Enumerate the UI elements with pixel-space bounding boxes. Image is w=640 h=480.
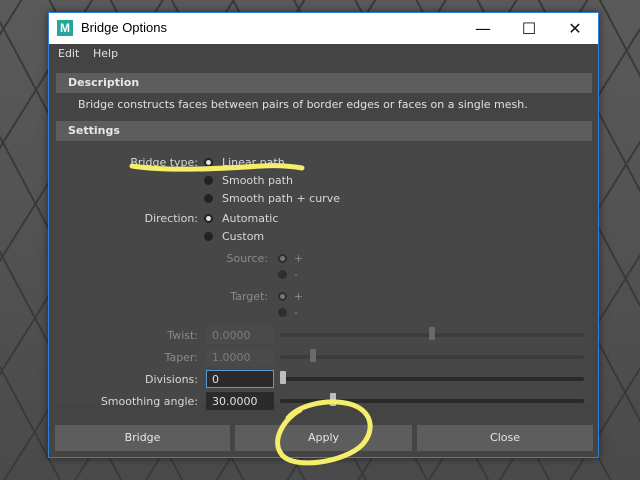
smoothing-angle-field[interactable]: 30.0000 bbox=[206, 392, 274, 410]
bridge-type-label: Bridge type: bbox=[130, 156, 198, 169]
twist-label: Twist: bbox=[167, 329, 198, 342]
smoothing-angle-slider-handle[interactable] bbox=[329, 393, 336, 406]
radio-target-plus[interactable] bbox=[278, 292, 287, 301]
twist-slider-handle[interactable] bbox=[429, 327, 435, 340]
smoothing-angle-label: Smoothing angle: bbox=[100, 395, 198, 408]
close-button[interactable]: Close bbox=[417, 425, 593, 451]
divisions-field[interactable]: 0 bbox=[206, 370, 274, 388]
radio-custom[interactable] bbox=[204, 232, 213, 241]
close-window-button[interactable]: ✕ bbox=[552, 13, 598, 44]
option-smooth-path[interactable]: Smooth path bbox=[222, 174, 293, 187]
divisions-label: Divisions: bbox=[144, 373, 198, 386]
target-minus-label: - bbox=[294, 306, 298, 319]
menu-help[interactable]: Help bbox=[93, 47, 118, 60]
bridge-button[interactable]: Bridge bbox=[55, 425, 230, 451]
option-custom[interactable]: Custom bbox=[222, 230, 264, 243]
radio-source-minus[interactable] bbox=[278, 270, 287, 279]
button-bar: Bridge Apply Close bbox=[49, 421, 598, 457]
option-smooth-path-curve[interactable]: Smooth path + curve bbox=[222, 192, 340, 205]
taper-slider-handle[interactable] bbox=[309, 349, 316, 362]
radio-smooth-path-curve[interactable] bbox=[204, 194, 213, 203]
settings-header[interactable]: Settings bbox=[56, 121, 592, 141]
settings-body: Bridge type: Linear path Smooth path Smo… bbox=[56, 142, 592, 410]
radio-linear-path[interactable] bbox=[204, 158, 213, 167]
maximize-button[interactable]: ☐ bbox=[506, 13, 552, 44]
option-automatic[interactable]: Automatic bbox=[222, 212, 278, 225]
source-minus-label: - bbox=[294, 268, 298, 281]
option-linear-path[interactable]: Linear path bbox=[222, 156, 285, 169]
twist-field[interactable]: 0.0000 bbox=[206, 326, 274, 344]
taper-slider-track[interactable] bbox=[280, 355, 584, 359]
window-title: Bridge Options bbox=[81, 20, 167, 35]
radio-target-minus[interactable] bbox=[278, 308, 287, 317]
direction-label: Direction: bbox=[144, 212, 198, 225]
menu-edit[interactable]: Edit bbox=[58, 47, 79, 60]
source-label: Source: bbox=[226, 252, 269, 265]
divisions-slider-handle[interactable] bbox=[280, 371, 286, 384]
source-plus-label: + bbox=[294, 252, 304, 265]
target-plus-label: + bbox=[294, 290, 304, 303]
taper-label: Taper: bbox=[164, 351, 198, 364]
description-text: Bridge constructs faces between pairs of… bbox=[78, 98, 528, 111]
taper-field[interactable]: 1.0000 bbox=[206, 348, 274, 366]
maya-app-icon: M bbox=[57, 20, 73, 36]
divisions-slider-track[interactable] bbox=[280, 377, 584, 381]
options-panel: Description Bridge constructs faces betw… bbox=[54, 64, 593, 420]
minimize-button[interactable]: — bbox=[460, 13, 506, 44]
smoothing-angle-slider-track[interactable] bbox=[280, 399, 584, 403]
radio-automatic[interactable] bbox=[204, 214, 213, 223]
radio-smooth-path[interactable] bbox=[204, 176, 213, 185]
title-bar: M Bridge Options — ☐ ✕ bbox=[49, 13, 598, 44]
radio-source-plus[interactable] bbox=[278, 254, 287, 263]
menu-bar: Edit Help bbox=[49, 44, 598, 64]
description-header[interactable]: Description bbox=[56, 73, 592, 93]
apply-button[interactable]: Apply bbox=[235, 425, 412, 451]
bridge-options-dialog: M Bridge Options — ☐ ✕ Edit Help Descrip… bbox=[48, 12, 599, 458]
target-label: Target: bbox=[230, 290, 268, 303]
